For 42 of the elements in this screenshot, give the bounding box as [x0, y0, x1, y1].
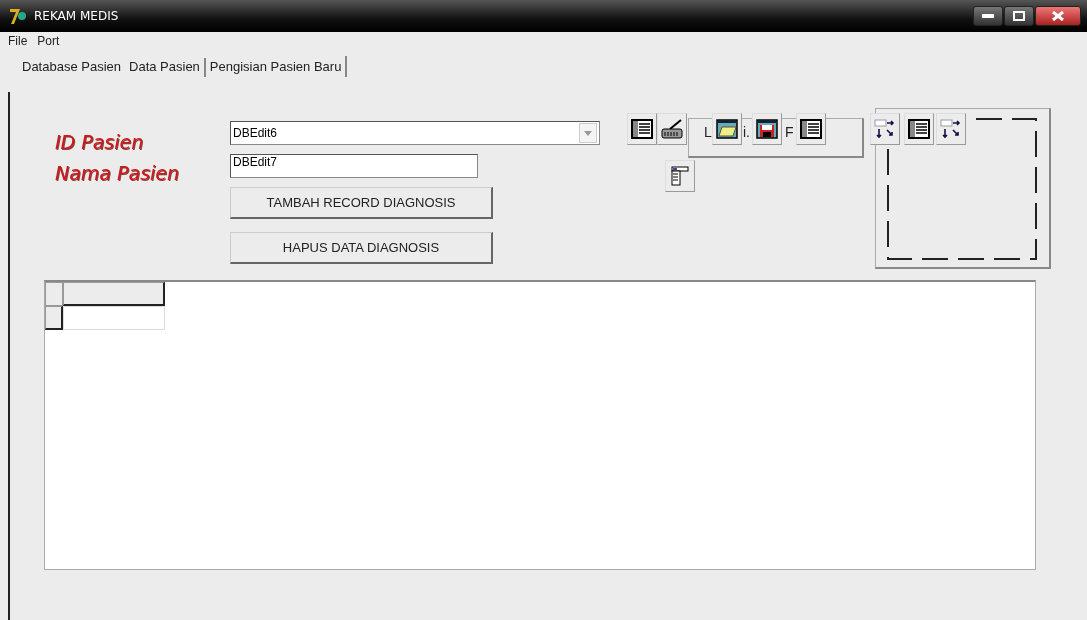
close-button[interactable] [1035, 6, 1081, 26]
app-logo-icon [8, 6, 28, 26]
scanner-icon [660, 117, 684, 141]
component-caption: i. [743, 124, 750, 140]
component-caption: F [785, 124, 794, 140]
component-button[interactable] [657, 113, 687, 145]
menu-item[interactable]: File [8, 34, 28, 48]
combo-box[interactable]: DBEdit6 [230, 121, 600, 145]
field-label: Nama Pasien [55, 162, 180, 184]
dropdown-arrow-icon [584, 130, 592, 136]
action-button[interactable]: HAPUS DATA DIAGNOSIS [230, 232, 493, 264]
grid-indicator-cell [45, 306, 63, 330]
maximize-button[interactable] [1004, 6, 1034, 26]
component-button[interactable] [870, 113, 900, 145]
folder-icon [715, 117, 739, 141]
minimize-icon [982, 14, 994, 18]
component-button[interactable] [796, 113, 826, 145]
component-button[interactable] [752, 113, 782, 145]
table-icon [907, 117, 931, 141]
component-button[interactable] [936, 113, 966, 145]
tab[interactable]: Data Pasien [125, 58, 206, 77]
table-icon [799, 117, 823, 141]
arrows-icon [939, 117, 963, 141]
list-icon [668, 164, 692, 188]
arrows-icon [873, 117, 897, 141]
component-button[interactable] [627, 113, 657, 145]
component-button[interactable] [712, 113, 742, 145]
grid-indicator-cell [45, 282, 63, 306]
window-title: REKAM MEDIS [34, 9, 119, 23]
close-icon [1052, 11, 1064, 21]
action-button[interactable]: TAMBAH RECORD DIAGNOSIS [230, 187, 493, 219]
tab[interactable]: Database Pasien [18, 56, 125, 77]
tab[interactable]: Pengisian Pasien Baru [205, 56, 348, 77]
component-caption: L [704, 124, 712, 140]
menu-item[interactable]: Port [37, 34, 60, 48]
component-button[interactable] [904, 113, 934, 145]
minimize-button[interactable] [973, 6, 1003, 26]
table-icon [630, 117, 654, 141]
component-button[interactable] [665, 160, 695, 192]
field-label: ID Pasien [55, 131, 144, 153]
maximize-icon [1013, 11, 1025, 21]
input-field[interactable]: DBEdit7 [230, 154, 478, 178]
